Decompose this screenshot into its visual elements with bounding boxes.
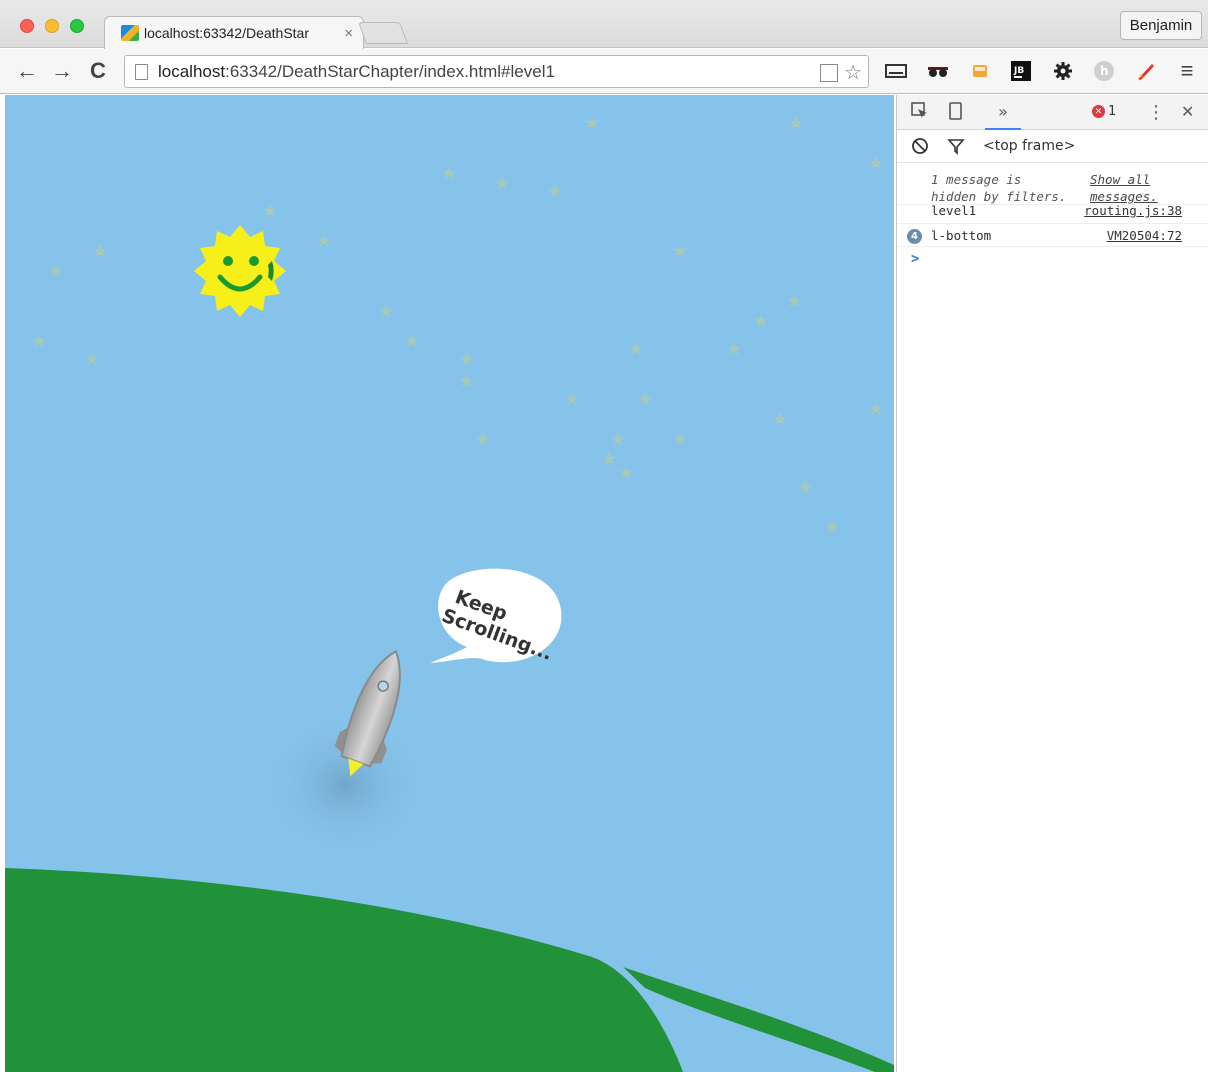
jetbrains-extension-icon[interactable]: JB [1009,59,1033,83]
star-icon: ★ [618,463,635,483]
repeat-count-badge: 4 [907,229,922,244]
star-icon: ★ [584,113,601,133]
devtools-panel: » ✕ 1 ⋮ ✕ <top frame> 1 message is hidde… [896,95,1208,1072]
star-icon: ★ [459,349,476,369]
hypothesis-extension-icon[interactable]: h [1092,59,1116,83]
devtools-close-icon[interactable]: ✕ [1181,102,1194,121]
cast-icon[interactable] [884,59,908,83]
star-icon: ★ [494,173,511,193]
page-viewport[interactable]: ★ ★ ★ ★ ★ ★ ★ ★ ★ ★ ★ ★ ★ ★ ★ ★ ★ ★ ★ ★ ★ ★ ★ ★ ★ ★ ★ ★ ★ ★ ★ ★ Keep Sc… [5,95,894,1072]
tab-active[interactable]: localhost:63342/DeathStar × [104,16,364,49]
star-icon: ★ [786,291,803,311]
star-icon: ★ [637,389,654,409]
star-icon: ★ [753,311,770,331]
page-icon [135,63,148,80]
star-icon: ★ [31,331,48,351]
hidden-note-line-1: 1 message is [931,172,1022,187]
browser-titlebar: localhost:63342/DeathStar × Benjamin [0,0,1208,49]
bookmark-star-icon[interactable]: ☆ [844,60,862,85]
star-icon: ★ [404,331,421,351]
star-icon: ★ [797,477,814,497]
filter-icon[interactable] [947,137,965,159]
star-icon: ★ [868,399,885,419]
devtools-toolbar: » ✕ 1 ⋮ ✕ [897,95,1208,130]
settings-gear-icon[interactable] [1051,59,1075,83]
error-icon: ✕ [1092,105,1105,118]
star-icon: ★ [868,153,885,173]
tab-close-icon[interactable]: × [344,25,353,42]
star-icon: ★ [672,429,689,449]
console-filterbar: <top frame> [897,130,1208,163]
console-input[interactable]: > [897,247,1208,277]
star-icon: ★ [564,389,581,409]
star-icon: ★ [378,301,395,321]
star-icon: ★ [547,181,564,201]
more-panels-tab[interactable]: » [985,95,1021,130]
star-icon: ★ [601,449,618,469]
forward-button[interactable]: → [48,57,76,85]
error-counter[interactable]: ✕ 1 [1092,104,1116,119]
device-mode-icon[interactable] [820,64,839,82]
profile-button[interactable]: Benjamin [1120,11,1202,40]
tab-title: localhost:63342/DeathStar [144,25,309,41]
star-icon: ★ [788,113,805,133]
back-button[interactable]: ← [13,57,41,85]
star-icon: ★ [48,261,65,281]
svg-text:JB: JB [1013,66,1024,76]
console-message-source-link[interactable]: routing.js:38 [1084,203,1182,218]
rocket-extension-icon[interactable] [1134,59,1158,83]
star-icon: ★ [726,339,743,359]
incognito-extension-icon[interactable] [926,59,950,83]
inspect-element-icon[interactable] [911,102,929,124]
star-icon: ★ [772,409,789,429]
console-message-text: level1 [931,203,977,218]
star-icon: ★ [92,241,109,261]
browser-toolbar: ← → C localhost:63342/DeathStarChapter/i… [0,49,1208,94]
star-icon: ★ [672,241,689,261]
star-icon: ★ [458,371,475,391]
clear-console-icon[interactable] [911,137,929,159]
console-message: level1 routing.js:38 [897,199,1208,223]
star-icon: ★ [610,429,627,449]
devtools-menu-icon[interactable]: ⋮ [1147,102,1165,123]
bus-extension-icon[interactable] [968,59,992,83]
svg-text:h: h [1100,64,1109,78]
star-icon: ★ [84,349,101,369]
url-host: localhost [158,61,226,81]
console-prompt-icon: > [911,251,920,267]
address-bar[interactable]: localhost:63342/DeathStarChapter/index.h… [124,55,869,88]
star-icon: ★ [262,201,279,221]
scene-canvas [5,225,894,1072]
star-icon: ★ [441,163,458,183]
webstorm-favicon-icon [121,25,139,41]
device-toolbar-icon[interactable] [949,102,963,124]
close-window-button[interactable] [20,19,34,33]
new-tab-button[interactable] [357,22,409,44]
show-all-line-1: Show all [1090,172,1151,187]
zoom-window-button[interactable] [70,19,84,33]
error-count: 1 [1108,104,1117,119]
sun [194,225,286,317]
console-message: 4 l-bottom VM20504:72 [897,223,1208,247]
minimize-window-button[interactable] [45,19,59,33]
frame-selector[interactable]: <top frame> [983,138,1075,154]
chrome-menu-icon[interactable]: ≡ [1175,58,1199,83]
url-path: :63342/DeathStarChapter/index.html#level… [225,61,555,81]
star-icon: ★ [316,231,333,251]
star-icon: ★ [475,429,492,449]
reload-button[interactable]: C [84,57,112,85]
console-message-text: l-bottom [931,228,992,243]
star-icon: ★ [824,517,841,537]
console-message-source-link[interactable]: VM20504:72 [1107,228,1182,243]
star-icon: ★ [628,339,645,359]
ground-hill [5,868,683,1072]
